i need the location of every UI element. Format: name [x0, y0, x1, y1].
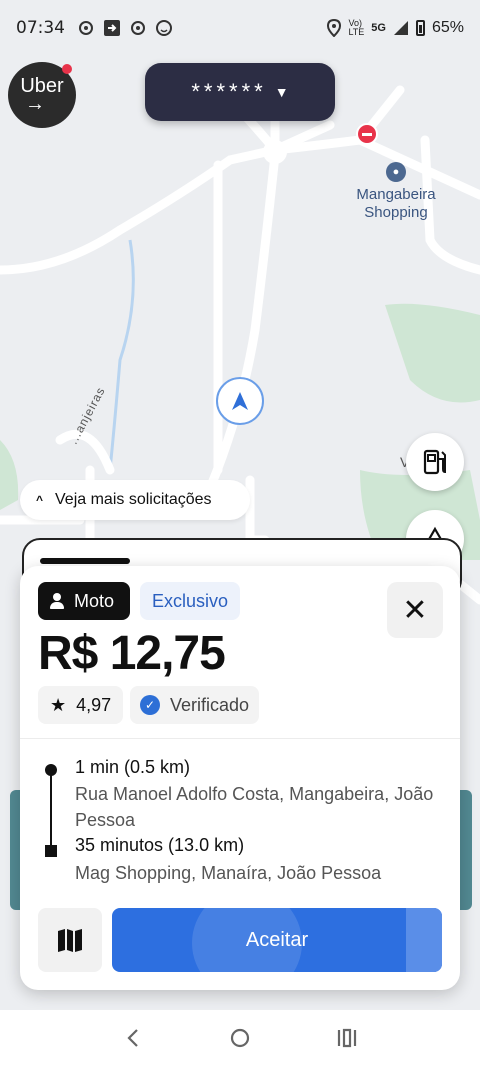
- masked-earnings: ******: [191, 79, 267, 104]
- settings-icon: [79, 21, 93, 35]
- battery-icon: [415, 20, 425, 36]
- system-nav-bar: [0, 1010, 480, 1066]
- more-requests-label: Veja mais solicitações: [55, 491, 212, 508]
- map-edge-right: [460, 790, 472, 910]
- location-icon: [327, 19, 342, 37]
- no-entry-icon: [356, 123, 378, 145]
- arrow-right-icon: →: [25, 93, 45, 115]
- battery-level: 65%: [431, 19, 464, 36]
- arrow-box-icon: [104, 20, 120, 36]
- fare-price: R$ 12,75: [38, 627, 226, 680]
- more-requests-button[interactable]: ^ Veja mais solicitações: [20, 480, 250, 520]
- ride-type-badge: Moto: [38, 582, 130, 620]
- fuel-pump-icon: [423, 449, 446, 475]
- person-icon: [50, 593, 64, 609]
- notification-dot: [62, 64, 72, 74]
- uber-logo-button[interactable]: Uber →: [8, 62, 76, 128]
- fuel-station-button[interactable]: [406, 433, 464, 491]
- back-icon: [127, 1029, 139, 1047]
- chevron-down-icon: ▼: [274, 84, 289, 100]
- rider-rating: ★ 4,97: [38, 686, 124, 724]
- smiley-icon: [156, 20, 172, 36]
- trip-request-card: Moto Exclusivo ✕ R$ 12,75 ★ 4,97 ✓ Verif…: [20, 566, 460, 990]
- verified-badge: ✓ Verificado: [130, 686, 260, 724]
- accept-button[interactable]: Aceitar: [112, 908, 442, 972]
- map-icon: [58, 929, 82, 952]
- back-button[interactable]: [113, 1018, 153, 1058]
- accept-timer-fill: [406, 908, 442, 972]
- exclusive-badge: Exclusivo: [140, 582, 240, 620]
- ride-type-label: Moto: [74, 590, 115, 611]
- chevron-up-icon: ^: [36, 493, 44, 507]
- volte-indicator: Vo) LTE: [348, 18, 365, 37]
- star-icon: ★: [50, 694, 67, 715]
- dropoff-address: Mag Shopping, Manaíra, João Pessoa: [75, 863, 382, 883]
- divider: [20, 738, 460, 739]
- dropoff-square-icon: [45, 845, 57, 857]
- queued-card-tab: [40, 558, 130, 564]
- close-button[interactable]: ✕: [387, 582, 443, 638]
- pickup-address: Rua Manoel Adolfo Costa, Mangabeira, Joã…: [75, 784, 434, 830]
- route-line: [50, 770, 52, 850]
- view-map-button[interactable]: [38, 908, 102, 972]
- network-type: 5G: [371, 22, 386, 34]
- current-location-icon: [216, 377, 264, 425]
- pickup-time: 1 min (0.5 km): [75, 757, 191, 777]
- shopping-bag-icon: ●: [386, 162, 406, 182]
- recents-button[interactable]: [327, 1018, 367, 1058]
- accept-label: Aceitar: [245, 928, 309, 951]
- settings-icon-2: [131, 21, 145, 35]
- verified-label: Verificado: [170, 694, 250, 715]
- rating-value: 4,97: [76, 694, 112, 715]
- close-icon: ✕: [402, 593, 428, 627]
- status-bar: 07:34 Vo) LTE 5G 65%: [0, 0, 480, 56]
- check-icon: ✓: [140, 695, 160, 715]
- poi-label: Mangabeira Shopping: [356, 186, 436, 221]
- status-time: 07:34: [16, 18, 65, 38]
- trip-duration: 35 minutos (13.0 km): [75, 835, 245, 855]
- home-icon: [230, 1028, 250, 1048]
- signal-icon: [393, 21, 408, 35]
- recents-icon: [337, 1028, 356, 1048]
- home-button[interactable]: [220, 1018, 260, 1058]
- earnings-pill[interactable]: ****** ▼: [145, 63, 335, 121]
